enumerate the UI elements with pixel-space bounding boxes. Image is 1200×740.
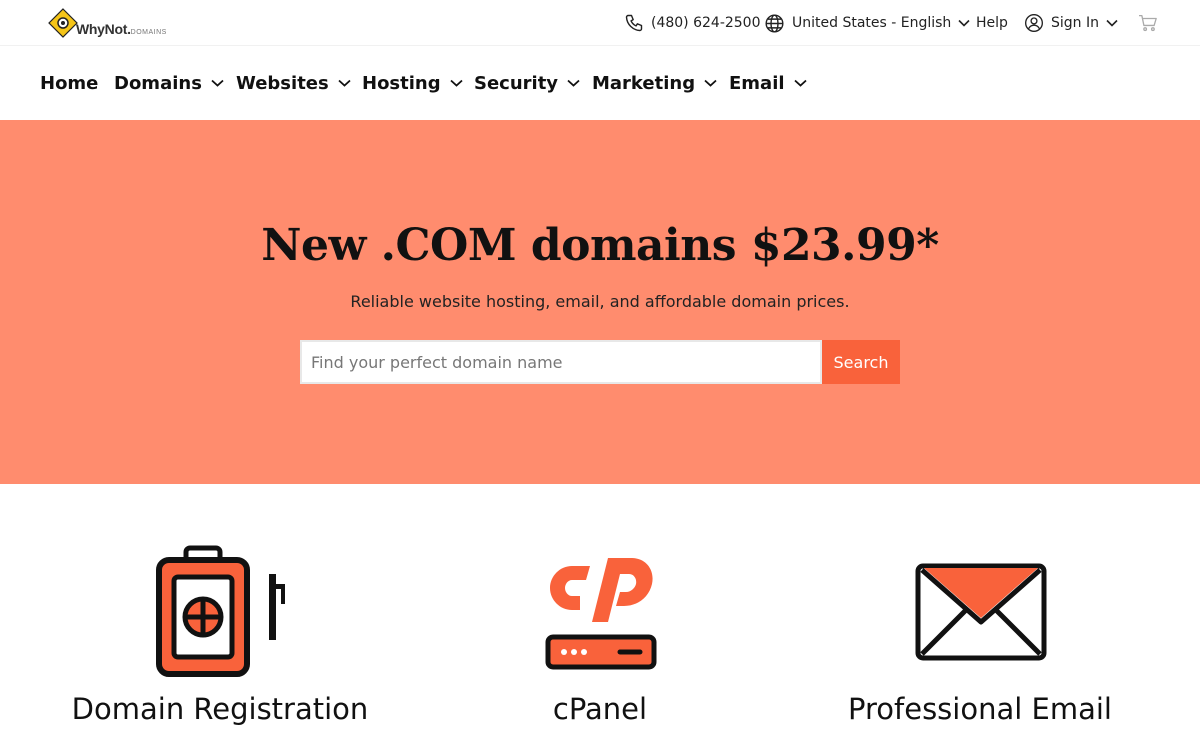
logo-name: WhyNot. [76,21,131,37]
chevron-down-icon [338,79,351,87]
nav-item-email[interactable]: Email [729,46,807,120]
domain-registration-icon [156,545,285,677]
nav-item-security[interactable]: Security [474,46,580,120]
nav-item-hosting[interactable]: Hosting [362,46,463,120]
top-utility-bar: WhyNot.DOMAINS (480) 624-2500 United Sta… [0,0,1200,46]
feature-label: cPanel [552,692,648,726]
globe-icon [765,13,784,33]
logo-diamond-icon [48,8,78,38]
hero-banner: New .COM domains $23.99* Reliable websit… [0,120,1200,484]
locale-selector[interactable]: United States - English [764,0,970,46]
email-envelope-icon [915,563,1047,661]
chevron-down-icon [958,19,970,27]
nav-item-home[interactable]: Home [40,46,98,120]
nav-label: Websites [236,72,329,94]
sign-in-menu[interactable]: Sign In [1024,0,1118,46]
phone-link[interactable]: (480) 624-2500 [624,0,761,46]
hero-title: New .COM domains $23.99* [261,220,939,271]
chevron-down-icon [567,79,580,87]
feature-label: Domain Registration [71,692,369,726]
nav-label: Email [729,72,785,94]
chevron-down-icon [793,79,807,87]
shopping-cart-icon [1139,14,1157,32]
hero-subtitle: Reliable website hosting, email, and aff… [350,292,850,311]
nav-label: Hosting [362,72,441,94]
chevron-down-icon [704,79,717,87]
cart-button[interactable] [1138,0,1158,46]
nav-item-websites[interactable]: Websites [236,46,351,120]
chevron-down-icon [211,79,224,87]
cpanel-icon [545,558,657,670]
domain-search-input[interactable] [300,340,822,384]
sign-in-label: Sign In [1051,15,1099,31]
nav-item-domains[interactable]: Domains [114,46,224,120]
main-navigation: Home Domains Websites Hosting Security M… [0,46,1200,120]
logo-wordmark: WhyNot.DOMAINS [76,21,167,39]
phone-number: (480) 624-2500 [651,15,761,31]
chevron-down-icon [450,79,463,87]
nav-label: Domains [114,72,202,94]
nav-label: Security [474,72,559,94]
search-button[interactable]: Search [822,340,900,384]
nav-item-marketing[interactable]: Marketing [592,46,717,120]
nav-label: Marketing [592,72,696,94]
help-link[interactable]: Help [976,0,1008,46]
phone-icon [625,14,643,32]
locale-label: United States - English [792,15,952,31]
user-account-icon [1025,14,1043,32]
logo-suffix: DOMAINS [130,29,167,36]
feature-label: Professional Email [848,692,1112,726]
chevron-down-icon [1106,19,1118,27]
nav-label: Home [40,72,99,94]
